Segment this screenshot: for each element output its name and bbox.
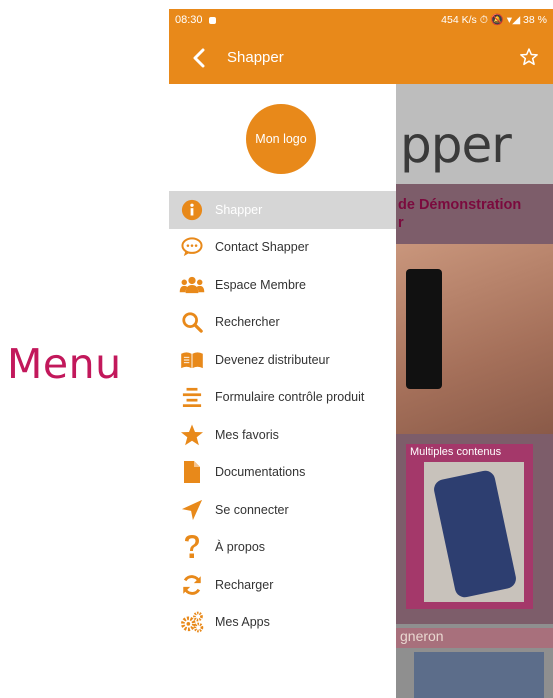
logo[interactable]: Mon logo (246, 104, 316, 174)
status-time: 08:30 (175, 14, 203, 26)
book-icon (169, 341, 215, 378)
menu-item-documentations[interactable]: Documentations (169, 454, 396, 492)
menu-item-mes-apps[interactable]: Mes Apps (169, 604, 396, 642)
menu-list: Shapper Contact Shapper Espace Membre Re… (169, 191, 396, 641)
app-bar: Shapper (169, 31, 553, 84)
menu-item-rechercher[interactable]: Rechercher (169, 304, 396, 342)
menu-item-recharger[interactable]: Recharger (169, 566, 396, 604)
multi-content-card: Multiples contenus (406, 444, 533, 609)
app-bar-title: Shapper (227, 49, 284, 66)
users-icon (169, 266, 215, 303)
screenshot-page: Menu 08:30 454 K/s ⏱ 🔕 ▾◢ 38 % Shapper p… (0, 0, 553, 698)
background-title: pper (400, 116, 512, 174)
menu-item-formulaire-controle-produit[interactable]: Formulaire contrôle produit (169, 379, 396, 417)
phone-photo (406, 269, 442, 389)
refresh-icon (169, 566, 215, 603)
form-icon (169, 379, 215, 416)
bottom-card-label: gneron (396, 628, 553, 648)
menu-item-se-connecter[interactable]: Se connecter (169, 491, 396, 529)
search-icon (169, 304, 215, 341)
location-arrow-icon (169, 491, 215, 528)
menu-item-espace-membre[interactable]: Espace Membre (169, 266, 396, 304)
star-icon (169, 416, 215, 453)
menu-caption: Menu (7, 340, 122, 388)
multi-content-label: Multiples contenus (410, 446, 502, 458)
menu-item-mes-favoris[interactable]: Mes favoris (169, 416, 396, 454)
navigation-drawer: Mon logo Shapper Contact Shapper Espace … (169, 84, 396, 698)
menu-item-shapper[interactable]: Shapper (169, 191, 396, 229)
bottom-card: gneron (396, 624, 553, 698)
background-app-content: pper de Démonstration r Multiples conten… (396, 84, 553, 698)
menu-item-devenez-distributeur[interactable]: Devenez distributeur (169, 341, 396, 379)
chevron-left-icon[interactable] (179, 31, 219, 84)
phone-photo (432, 468, 518, 600)
info-icon (169, 191, 215, 228)
status-indicators: 454 K/s ⏱ 🔕 ▾◢ 38 % (441, 14, 547, 26)
menu-item-contact-shapper[interactable]: Contact Shapper (169, 229, 396, 267)
star-outline-icon[interactable] (517, 45, 541, 69)
notification-icon (208, 16, 216, 24)
question-icon (169, 529, 215, 566)
gears-icon (169, 604, 215, 641)
status-bar: 08:30 454 K/s ⏱ 🔕 ▾◢ 38 % (169, 9, 553, 31)
menu-item-a-propos[interactable]: À propos (169, 529, 396, 567)
chat-icon (169, 229, 215, 266)
document-icon (169, 454, 215, 491)
background-subtitle: de Démonstration r (398, 197, 522, 231)
phone-screen: 08:30 454 K/s ⏱ 🔕 ▾◢ 38 % Shapper pper d… (169, 9, 553, 698)
